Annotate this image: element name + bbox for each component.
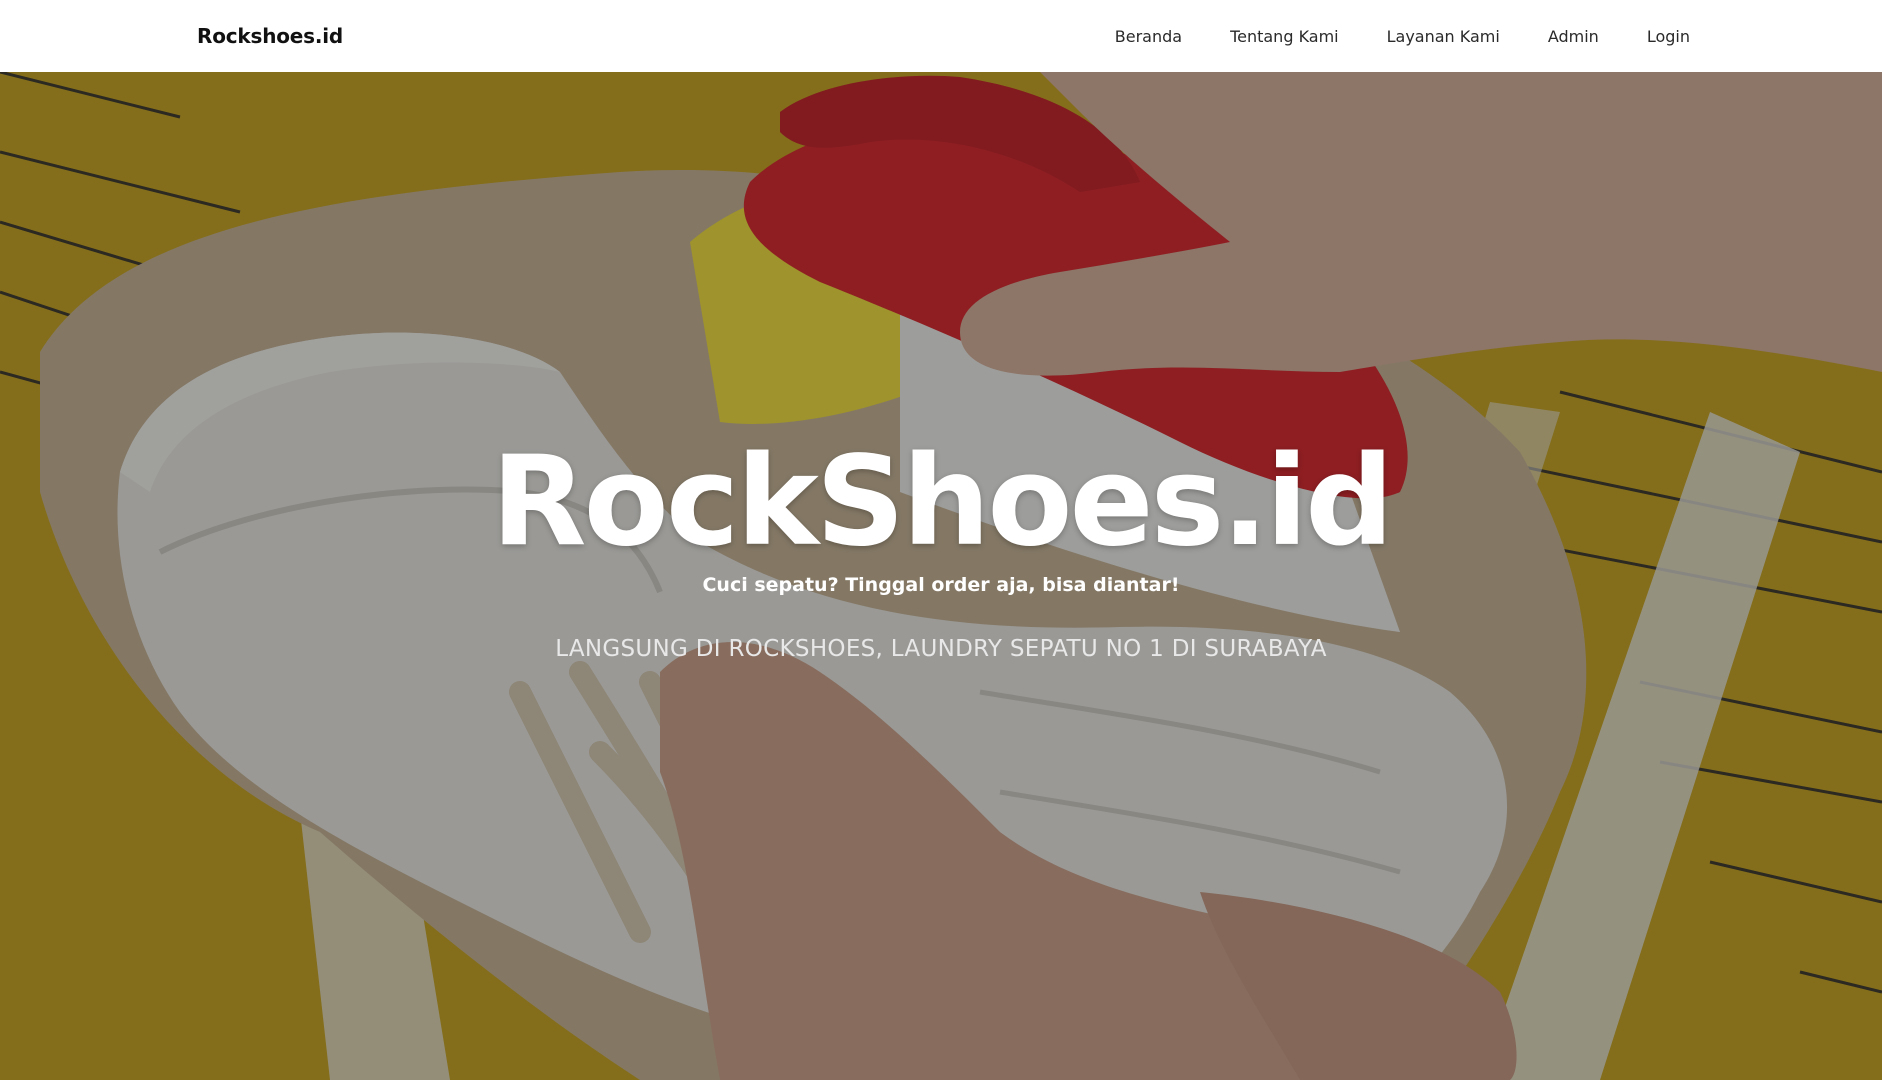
hero-content: RockShoes.id Cuci sepatu? Tinggal order …	[0, 432, 1882, 662]
nav-link-layanan-kami[interactable]: Layanan Kami	[1387, 27, 1500, 46]
hero-title: RockShoes.id	[491, 430, 1394, 574]
nav-links: Beranda Tentang Kami Layanan Kami Admin …	[1115, 27, 1690, 46]
nav-link-tentang-kami[interactable]: Tentang Kami	[1230, 27, 1339, 46]
nav-link-beranda[interactable]: Beranda	[1115, 27, 1182, 46]
top-navbar: Rockshoes.id Beranda Tentang Kami Layana…	[0, 0, 1882, 72]
hero-section: RockShoes.id Cuci sepatu? Tinggal order …	[0, 72, 1882, 1080]
nav-link-admin[interactable]: Admin	[1548, 27, 1599, 46]
hero-subtitle: LANGSUNG DI ROCKSHOES, LAUNDRY SEPATU NO…	[555, 636, 1327, 662]
hero-tagline: Cuci sepatu? Tinggal order aja, bisa dia…	[702, 574, 1180, 596]
brand-logo[interactable]: Rockshoes.id	[197, 24, 343, 48]
nav-link-login[interactable]: Login	[1647, 27, 1690, 46]
